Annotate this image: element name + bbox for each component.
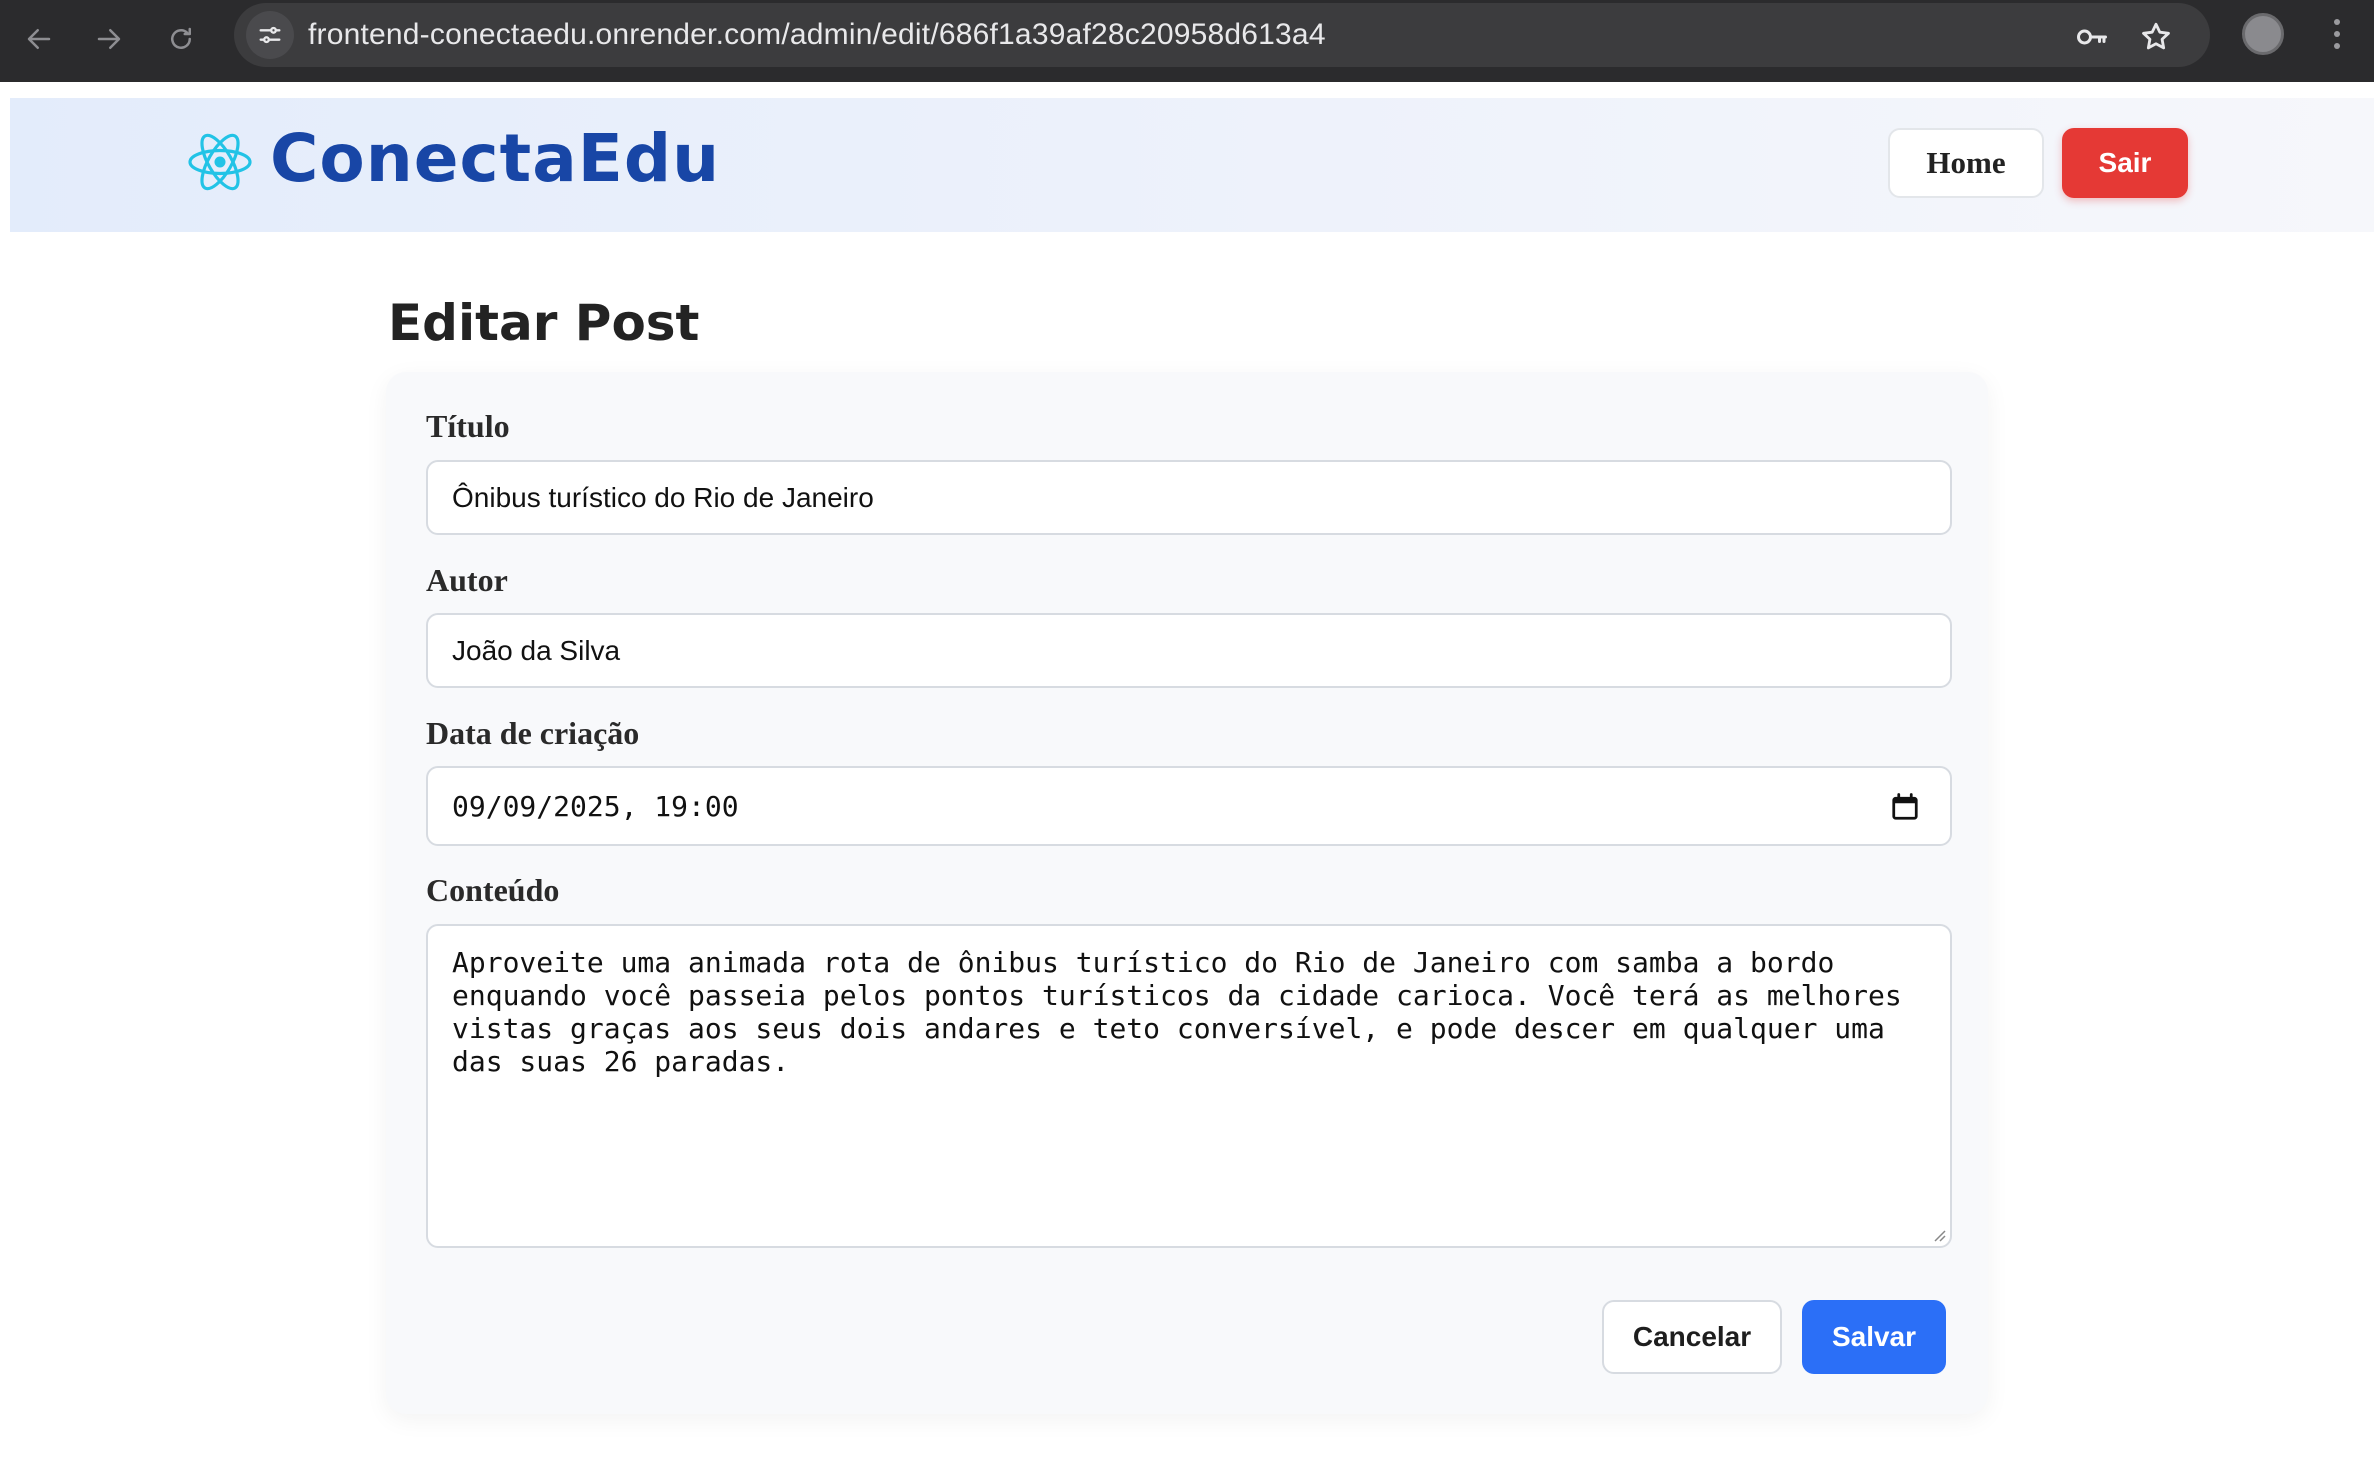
title-input-value: Ônibus turístico do Rio de Janeiro [452, 482, 874, 513]
title-label: Título [426, 408, 510, 444]
site-settings-icon[interactable] [246, 11, 294, 59]
page-title: Editar Post [388, 294, 700, 352]
calendar-icon[interactable] [1890, 792, 1920, 822]
title-input[interactable]: Ônibus turístico do Rio de Janeiro [426, 460, 1952, 535]
menu-kebab-icon[interactable] [2322, 14, 2352, 54]
content-textarea-value: Aproveite uma animada rota de ônibus tur… [452, 946, 1902, 1078]
resize-handle-icon[interactable] [1930, 1226, 1946, 1242]
url-text: frontend-conectaedu.onrender.com/admin/e… [308, 18, 1326, 51]
logout-button[interactable]: Sair [2062, 128, 2188, 198]
address-bar[interactable]: frontend-conectaedu.onrender.com/admin/e… [234, 3, 2210, 67]
save-button[interactable]: Salvar [1802, 1300, 1946, 1374]
date-input[interactable]: 09/09/2025, 19:00 [426, 766, 1952, 846]
bookmark-star-icon[interactable] [2136, 17, 2176, 57]
content-label: Conteúdo [426, 872, 560, 908]
home-button[interactable]: Home [1888, 128, 2044, 198]
date-input-value: 09/09/2025, 19:00 [452, 790, 739, 823]
profile-avatar[interactable] [2242, 13, 2284, 55]
password-key-icon[interactable] [2072, 17, 2112, 57]
reload-icon[interactable] [156, 14, 206, 64]
atom-icon [188, 133, 252, 191]
app-header: ConectaEdu Home Sair [10, 98, 2374, 232]
cancel-button[interactable]: Cancelar [1602, 1300, 1782, 1374]
app-logo-text[interactable]: ConectaEdu [270, 120, 720, 197]
forward-arrow-icon[interactable] [84, 14, 134, 64]
author-input[interactable]: João da Silva [426, 613, 1952, 688]
author-label: Autor [426, 562, 508, 598]
back-arrow-icon[interactable] [14, 14, 64, 64]
date-label: Data de criação [426, 715, 640, 751]
author-input-value: João da Silva [452, 635, 621, 666]
content-textarea[interactable]: Aproveite uma animada rota de ônibus tur… [426, 924, 1952, 1248]
browser-toolbar: frontend-conectaedu.onrender.com/admin/e… [0, 0, 2374, 82]
